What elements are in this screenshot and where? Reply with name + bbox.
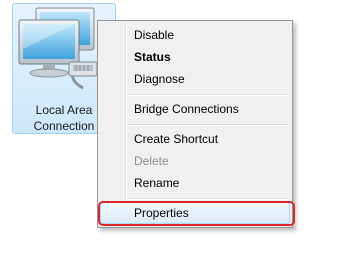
menu-item-bridge-connections[interactable]: Bridge Connections	[100, 98, 290, 120]
menu-item-delete: Delete	[134, 154, 169, 168]
menu-separator	[128, 124, 289, 126]
menu-item-properties[interactable]: Properties	[100, 202, 290, 224]
menu-item-create-shortcut[interactable]: Create Shortcut	[100, 128, 290, 150]
menu-separator	[128, 94, 289, 96]
menu-item-diagnose[interactable]: Diagnose	[100, 68, 290, 90]
menu-item-rename[interactable]: Rename	[100, 172, 290, 194]
menu-separator	[128, 198, 289, 200]
menu-item-status[interactable]: Status	[100, 46, 290, 68]
menu-item-disable[interactable]: Disable	[100, 24, 290, 46]
context-menu: Disable Status Diagnose Bridge Connectio…	[97, 20, 293, 228]
